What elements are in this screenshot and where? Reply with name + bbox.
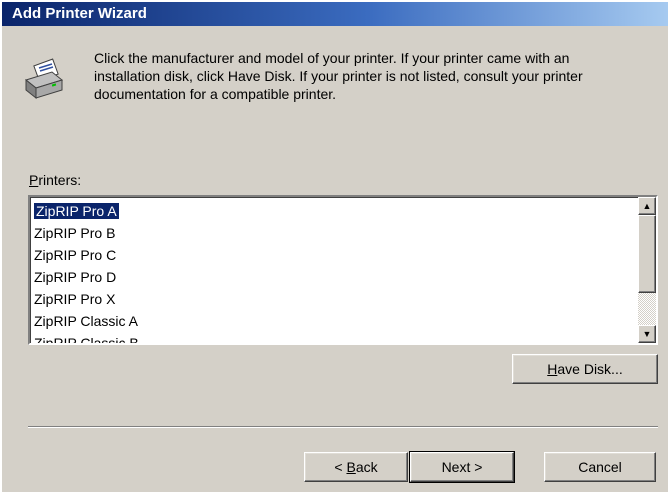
printer-list-item-label: ZipRIP Classic A [34,313,138,329]
vertical-scrollbar[interactable]: ▲ ▼ [638,197,656,343]
printer-list-item[interactable]: ZipRIP Pro X [32,288,636,310]
add-printer-wizard-window: Add Printer Wizard Click the manufacture… [0,0,668,492]
scroll-down-button[interactable]: ▼ [638,325,656,343]
printer-list-item[interactable]: ZipRIP Pro A [32,200,636,222]
printers-list: ZipRIP Pro A ZipRIP Pro B ZipRIP Pro C ZipR… [32,200,636,345]
back-button[interactable]: < Back [304,452,408,482]
printer-list-item-label: ZipRIP Pro A [33,202,120,220]
printer-list-item-label: ZipRIP Pro D [34,269,117,285]
title-bar[interactable]: Add Printer Wizard [2,2,668,26]
next-button[interactable]: Next > [409,451,515,483]
printer-list-item[interactable]: ZipRIP Pro D [32,266,636,288]
printers-label: Printers: [29,172,82,188]
printer-list-item[interactable]: ZipRIP Classic A [32,310,636,332]
printer-list-item[interactable]: ZipRIP Pro B [32,222,636,244]
printer-list-item[interactable]: ZipRIP Classic B [32,332,636,345]
printer-list-item-label: ZipRIP Pro C [34,247,117,263]
printer-list-item-label: ZipRIP Pro X [34,291,116,307]
scroll-up-button[interactable]: ▲ [638,197,656,215]
printer-list-item-label: ZipRIP Pro B [34,225,116,241]
instructions-text: Click the manufacturer and model of your… [94,50,583,102]
printer-list-item[interactable]: ZipRIP Pro C [32,244,636,266]
have-disk-button[interactable]: Have Disk... [512,354,658,384]
separator [28,426,658,428]
printer-list-item-label: ZipRIP Classic B [34,335,139,345]
printers-listbox[interactable]: ZipRIP Pro A ZipRIP Pro B ZipRIP Pro C ZipR… [28,195,658,345]
printer-icon [24,58,64,100]
window-title: Add Printer Wizard [12,5,147,22]
cancel-button[interactable]: Cancel [544,452,656,482]
scroll-thumb[interactable] [638,215,656,293]
